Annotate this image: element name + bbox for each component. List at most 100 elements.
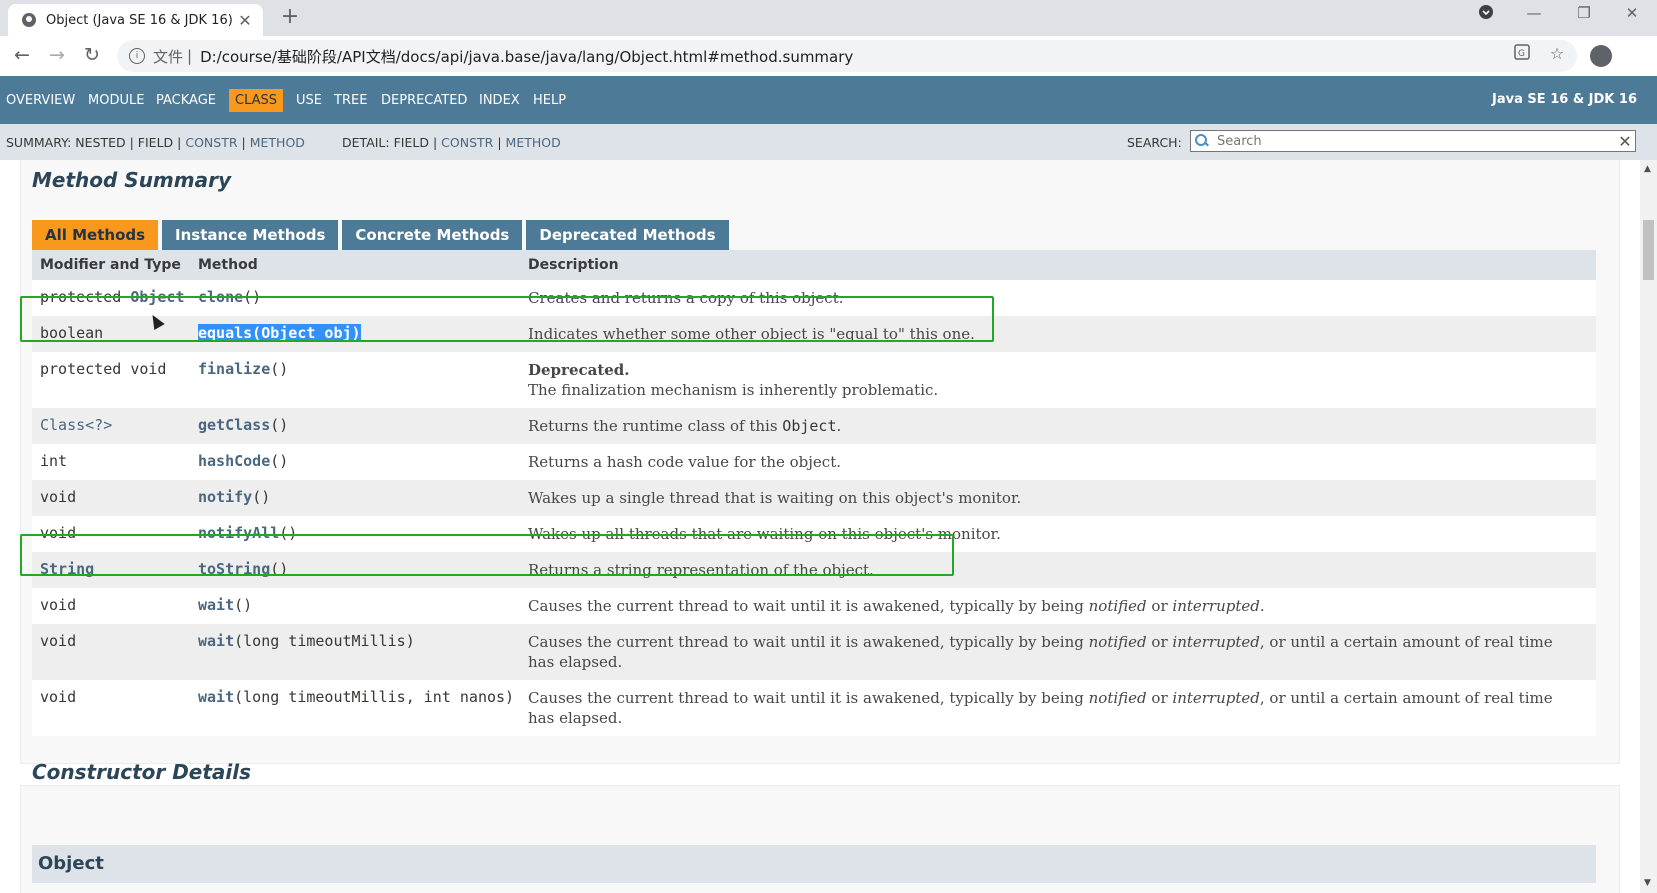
modifier-type: int (40, 452, 68, 470)
url-scheme: 文件 (153, 47, 184, 66)
sep: | (497, 135, 502, 150)
main-content: Method Summary All Methods Instance Meth… (0, 160, 1640, 893)
method-link[interactable]: hashCode (198, 452, 270, 470)
tab-concrete-methods[interactable]: Concrete Methods (342, 220, 523, 250)
chrome-menu-icon[interactable] (1466, 4, 1506, 24)
sep: | (177, 135, 182, 150)
method-link[interactable]: notify (198, 488, 252, 506)
tab-deprecated-methods[interactable]: Deprecated Methods (526, 220, 729, 250)
scroll-down-icon[interactable]: ▼ (1644, 878, 1651, 888)
method-tabs: All Methods Instance Methods Concrete Me… (32, 220, 733, 250)
annotation-box-tostring (20, 534, 954, 576)
nav-deprecated[interactable]: DEPRECATED (381, 93, 467, 108)
forward-button[interactable]: → (45, 44, 69, 66)
method-link[interactable]: wait (198, 632, 234, 650)
bookmark-star-icon[interactable]: ☆ (1543, 44, 1571, 63)
tab-instance-methods[interactable]: Instance Methods (162, 220, 339, 250)
javadoc-sub-nav: SUMMARY: NESTED | FIELD | CONSTR | METHO… (0, 124, 1657, 160)
table-header: Modifier and Type Method Description (32, 250, 1596, 280)
search-input[interactable] (1215, 132, 1617, 150)
search-box[interactable]: ✕ (1190, 130, 1636, 152)
detail-prefix: DETAIL: (342, 135, 390, 150)
summary-field: FIELD (137, 135, 174, 150)
url-text[interactable]: D:/course/基础阶段/API文档/docs/api/java.base/… (200, 46, 853, 67)
method-description: Wakes up a single thread that is waiting… (528, 489, 1022, 507)
search-label: SEARCH: (1127, 135, 1182, 150)
method-summary-heading: Method Summary (32, 168, 232, 192)
table-row: void wait() Causes the current thread to… (32, 588, 1596, 624)
search-icon (1195, 134, 1209, 148)
table-row: Class<?> getClass() Returns the runtime … (32, 408, 1596, 444)
table-row: protected void finalize() Deprecated. The… (32, 352, 1596, 408)
table-row: void wait(long timeoutMillis) Causes the… (32, 624, 1596, 680)
detail-constr-link[interactable]: CONSTR (441, 135, 493, 150)
constructor-name: Object (38, 853, 104, 874)
method-description: Deprecated. The finalization mechanism is… (528, 361, 939, 399)
summary-constr-link[interactable]: CONSTR (185, 135, 237, 150)
method-link[interactable]: finalize (198, 360, 270, 378)
browser-tab[interactable]: Object (Java SE 16 & JDK 16) ✕ (8, 4, 263, 36)
address-bar-row: ← → ↻ i 文件 | D:/course/基础阶段/API文档/docs/a… (0, 36, 1657, 76)
browser-tabbar: Object (Java SE 16 & JDK 16) ✕ + — ❐ ✕ (0, 0, 1657, 36)
scroll-up-icon[interactable]: ▲ (1644, 164, 1651, 174)
nav-overview[interactable]: OVERVIEW (6, 93, 75, 108)
translate-icon[interactable]: G (1508, 44, 1536, 64)
javadoc-title: Java SE 16 & JDK 16 (1492, 92, 1637, 107)
method-description: Returns a hash code value for the object… (528, 453, 842, 471)
modifier-type: protected void (40, 360, 167, 378)
tab-close-icon[interactable]: ✕ (235, 11, 255, 30)
col-description: Description (528, 257, 619, 273)
summary-nested: NESTED (75, 135, 126, 150)
back-button[interactable]: ← (10, 44, 34, 66)
modifier-type: void (40, 596, 77, 614)
method-link[interactable]: wait (198, 688, 234, 706)
svg-text:G: G (1518, 49, 1525, 59)
table-row: void wait(long timeoutMillis, int nanos)… (32, 680, 1596, 736)
javadoc-top-nav: OVERVIEW MODULE PACKAGE CLASS USE TREE D… (0, 76, 1657, 124)
constructor-object-header: Object (32, 845, 1596, 883)
method-signature: wait(long timeoutMillis, int nanos) (198, 688, 515, 706)
new-tab-button[interactable]: + (276, 4, 304, 29)
nav-help[interactable]: HELP (533, 93, 566, 108)
method-signature: wait(long timeoutMillis) (198, 632, 415, 650)
restore-button[interactable]: ❐ (1564, 4, 1604, 22)
profile-avatar-icon[interactable] (1590, 45, 1612, 67)
method-link[interactable]: wait (198, 596, 234, 614)
modifier-type: void (40, 488, 77, 506)
modifier-type: Class<?> (40, 416, 112, 434)
summary-prefix: SUMMARY: (6, 135, 72, 150)
nav-package[interactable]: PACKAGE (156, 93, 216, 108)
method-signature: wait() (198, 596, 253, 614)
sep: | (241, 135, 246, 150)
detail-method-link[interactable]: METHOD (506, 135, 561, 150)
nav-tree[interactable]: TREE (334, 93, 367, 108)
nav-index[interactable]: INDEX (479, 93, 520, 108)
info-icon[interactable]: i (129, 48, 145, 64)
scroll-thumb[interactable] (1643, 220, 1654, 280)
summary-method-link[interactable]: METHOD (250, 135, 305, 150)
close-window-button[interactable]: ✕ (1612, 4, 1652, 22)
method-description: Returns the runtime class of this Object… (528, 417, 842, 435)
annotation-box-equals (20, 296, 994, 342)
globe-icon (22, 13, 36, 27)
url-separator: | (187, 47, 193, 65)
table-row: void notify() Wakes up a single thread t… (32, 480, 1596, 516)
modifier-type: void (40, 632, 77, 650)
tab-all-methods[interactable]: All Methods (32, 220, 159, 250)
type-link[interactable]: Class<?> (40, 416, 112, 434)
page-scrollbar[interactable]: ▲ ▼ (1640, 160, 1657, 893)
nav-use[interactable]: USE (296, 93, 322, 108)
method-link[interactable]: getClass (198, 416, 270, 434)
minimize-button[interactable]: — (1514, 4, 1554, 22)
omnibox[interactable]: i 文件 | D:/course/基础阶段/API文档/docs/api/jav… (117, 40, 1577, 72)
summary-links: SUMMARY: NESTED | FIELD | CONSTR | METHO… (6, 135, 305, 150)
nav-module[interactable]: MODULE (88, 93, 144, 108)
reload-button[interactable]: ↻ (80, 44, 104, 66)
sep: | (432, 135, 438, 150)
method-signature: finalize() (198, 360, 289, 378)
search-reset-icon[interactable]: ✕ (1617, 132, 1633, 151)
table-row: int hashCode() Returns a hash code value… (32, 444, 1596, 480)
constructor-details-heading: Constructor Details (32, 760, 252, 784)
method-signature: notify() (198, 488, 271, 506)
method-signature: getClass() (198, 416, 289, 434)
